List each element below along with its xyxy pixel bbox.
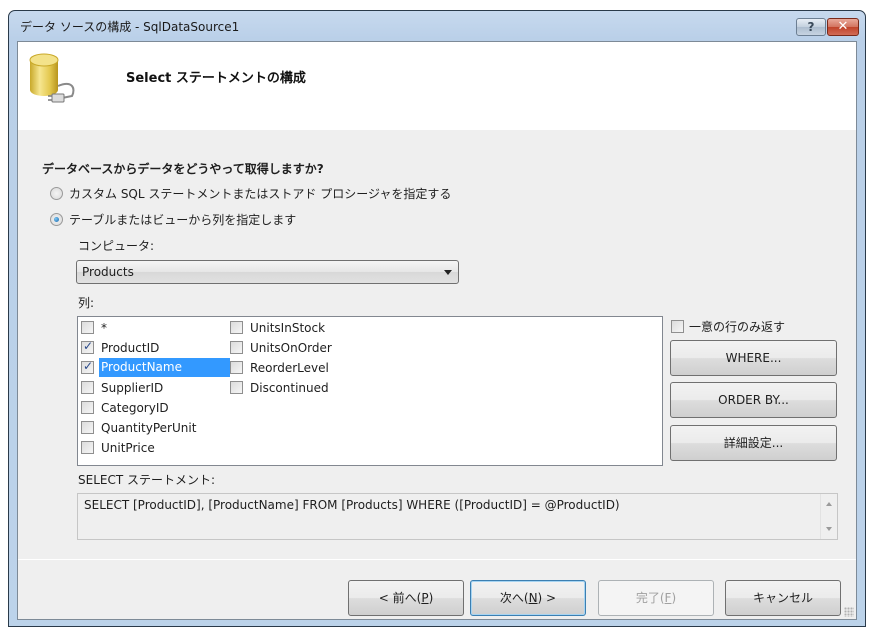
- previous-label: < 前へ(: [378, 591, 422, 605]
- question-label: データベースからデータをどうやって取得しますか?: [42, 162, 324, 176]
- table-view-radio[interactable]: [50, 213, 63, 226]
- statement-label: SELECT ステートメント:: [78, 473, 216, 487]
- title-bar: データ ソースの構成 - SqlDataSource1 ? ✕: [9, 11, 865, 41]
- column-checkbox[interactable]: [81, 401, 94, 414]
- advanced-button[interactable]: 詳細設定...: [670, 425, 837, 461]
- close-button[interactable]: ✕: [827, 18, 859, 36]
- distinct-option[interactable]: 一意の行のみ返す: [671, 318, 785, 335]
- column-checkbox[interactable]: [230, 361, 243, 374]
- column-name: SupplierID: [101, 380, 164, 395]
- column-name: UnitsOnOrder: [250, 340, 332, 355]
- footer-divider: [18, 559, 856, 560]
- finish-label-end: ): [671, 591, 677, 605]
- scroll-up-icon[interactable]: [826, 502, 832, 506]
- dialog-window: データ ソースの構成 - SqlDataSource1 ? ✕ Select ス…: [8, 10, 866, 627]
- column-name: *: [101, 320, 107, 335]
- next-access-key: N: [528, 591, 538, 605]
- custom-sql-radio-option[interactable]: カスタム SQL ステートメントまたはストアド プロシージャを指定する: [50, 185, 451, 202]
- finish-label: 完了(: [635, 591, 665, 605]
- column-name: UnitPrice: [101, 440, 155, 455]
- column-item[interactable]: SupplierID: [81, 378, 165, 397]
- columns-list[interactable]: * ProductID ProductName SupplierID CategoryI…: [77, 316, 663, 466]
- previous-button[interactable]: < 前へ(P): [348, 580, 464, 616]
- column-checkbox[interactable]: [230, 321, 243, 334]
- statement-scrollbar[interactable]: [820, 494, 837, 539]
- columns-label: 列:: [78, 296, 95, 310]
- column-item[interactable]: UnitPrice: [81, 438, 157, 457]
- column-checkbox[interactable]: [230, 341, 243, 354]
- database-plug-icon: [29, 53, 75, 103]
- table-label: コンピュータ:: [78, 239, 155, 253]
- select-statement-box[interactable]: SELECT [ProductID], [ProductName] FROM […: [77, 493, 838, 540]
- column-item[interactable]: ProductID: [81, 338, 161, 357]
- distinct-label: 一意の行のみ返す: [689, 320, 786, 334]
- next-label: 次へ(: [499, 591, 529, 605]
- help-button[interactable]: ?: [796, 18, 826, 36]
- scroll-down-icon[interactable]: [826, 527, 832, 531]
- column-checkbox[interactable]: [81, 359, 94, 374]
- table-select-value: Products: [82, 265, 134, 279]
- column-name: CategoryID: [101, 400, 169, 415]
- where-button[interactable]: WHERE...: [670, 340, 837, 376]
- order-by-button[interactable]: ORDER BY...: [670, 382, 837, 418]
- custom-sql-radio-label: カスタム SQL ステートメントまたはストアド プロシージャを指定する: [69, 187, 452, 201]
- finish-button: 完了(F): [598, 580, 714, 616]
- column-item[interactable]: Discontinued: [230, 378, 331, 397]
- column-checkbox[interactable]: [81, 381, 94, 394]
- column-name: ProductName: [99, 358, 230, 377]
- column-item[interactable]: QuantityPerUnit: [81, 418, 198, 437]
- column-item[interactable]: CategoryID: [81, 398, 171, 417]
- chevron-down-icon: [444, 270, 452, 275]
- column-item[interactable]: ReorderLevel: [230, 358, 331, 377]
- previous-label-end: ): [428, 591, 434, 605]
- table-view-radio-option[interactable]: テーブルまたはビューから列を指定します: [50, 211, 296, 228]
- column-item[interactable]: UnitsOnOrder: [230, 338, 334, 357]
- column-checkbox[interactable]: [81, 339, 94, 354]
- column-name: UnitsInStock: [250, 320, 326, 335]
- dialog-body: Select ステートメントの構成 データベースからデータをどうやって取得します…: [17, 41, 857, 620]
- next-button[interactable]: 次へ(N) >: [470, 580, 586, 616]
- window-title: データ ソースの構成 - SqlDataSource1: [20, 20, 240, 34]
- resize-grip[interactable]: [844, 607, 854, 617]
- column-checkbox[interactable]: [81, 441, 94, 454]
- wizard-header: Select ステートメントの構成: [18, 42, 856, 130]
- next-label-end: ) >: [537, 591, 557, 605]
- select-statement-text: SELECT [ProductID], [ProductName] FROM […: [84, 498, 620, 512]
- cancel-button[interactable]: キャンセル: [725, 580, 841, 616]
- column-name: ProductID: [101, 340, 160, 355]
- column-checkbox[interactable]: [81, 321, 94, 334]
- column-item[interactable]: UnitsInStock: [230, 318, 327, 337]
- column-name: QuantityPerUnit: [101, 420, 197, 435]
- column-name: ReorderLevel: [250, 360, 329, 375]
- table-select[interactable]: Products: [76, 260, 459, 284]
- custom-sql-radio[interactable]: [50, 187, 63, 200]
- column-item[interactable]: ProductName: [81, 358, 230, 377]
- column-checkbox[interactable]: [230, 381, 243, 394]
- column-item[interactable]: *: [81, 318, 109, 337]
- column-checkbox[interactable]: [81, 421, 94, 434]
- page-title: Select ステートメントの構成: [126, 71, 306, 86]
- help-icon: ?: [807, 20, 815, 34]
- table-view-radio-label: テーブルまたはビューから列を指定します: [69, 213, 297, 227]
- distinct-checkbox[interactable]: [671, 320, 684, 333]
- previous-access-key: P: [421, 591, 429, 605]
- close-icon: ✕: [837, 19, 849, 34]
- column-name: Discontinued: [250, 380, 329, 395]
